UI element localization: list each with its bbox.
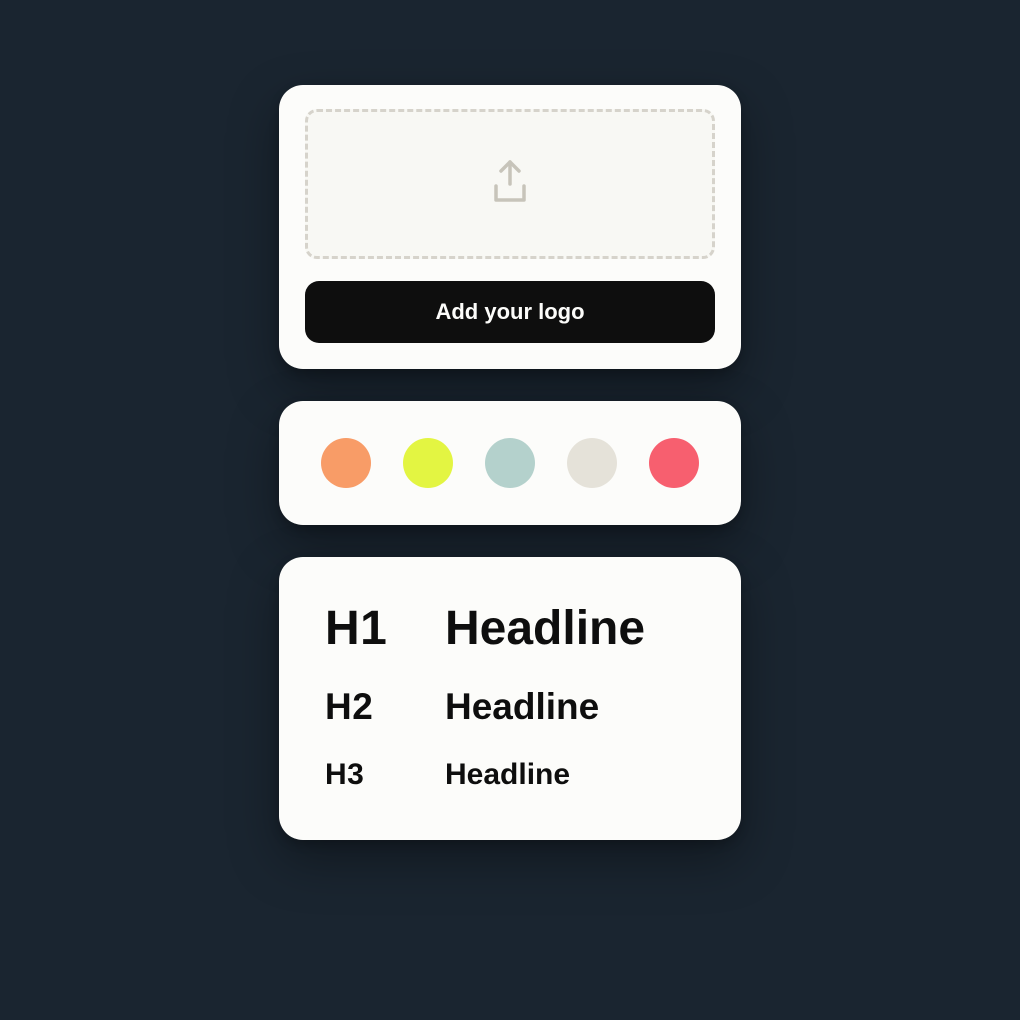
typography-card: H1 Headline H2 Headline H3 Headline (279, 557, 741, 840)
heading-tag: H1 (325, 601, 445, 656)
logo-upload-card: Add your logo (279, 85, 741, 369)
heading-spec-h2: H2 Headline (325, 686, 695, 728)
color-swatch-2[interactable] (403, 438, 453, 488)
heading-spec-h3: H3 Headline (325, 758, 695, 792)
color-swatch-1[interactable] (321, 438, 371, 488)
upload-icon (487, 156, 533, 213)
add-logo-button[interactable]: Add your logo (305, 281, 715, 343)
color-swatch-4[interactable] (567, 438, 617, 488)
heading-sample: Headline (445, 601, 645, 656)
heading-sample: Headline (445, 758, 570, 792)
logo-dropzone[interactable] (305, 109, 715, 259)
heading-spec-h1: H1 Headline (325, 601, 695, 656)
color-palette-card (279, 401, 741, 525)
heading-sample: Headline (445, 686, 599, 728)
color-swatch-5[interactable] (649, 438, 699, 488)
heading-tag: H3 (325, 758, 445, 792)
heading-tag: H2 (325, 686, 445, 728)
color-swatch-3[interactable] (485, 438, 535, 488)
